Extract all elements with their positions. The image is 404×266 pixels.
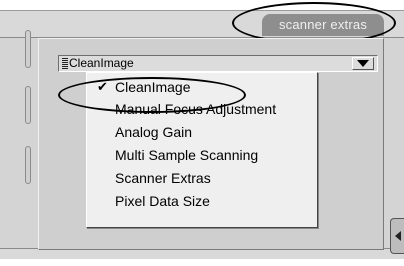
side-notch-bottom bbox=[25, 146, 31, 184]
menu-item-label: Manual Focus Adjustment bbox=[115, 101, 277, 117]
feature-dropdown[interactable]: CleanImage bbox=[58, 55, 378, 72]
menu-item-analog-gain[interactable]: Analog Gain bbox=[87, 122, 317, 142]
chevron-down-icon bbox=[357, 60, 369, 67]
menu-item-label: Pixel Data Size bbox=[115, 193, 210, 209]
menu-item-label: CleanImage bbox=[115, 79, 191, 95]
menu-item-multi-sample-scanning[interactable]: Multi Sample Scanning bbox=[87, 145, 317, 165]
side-notch-top bbox=[25, 30, 31, 68]
menu-item-manual-focus-adjustment[interactable]: Manual Focus Adjustment bbox=[87, 99, 317, 119]
dropdown-menu: ✔ CleanImage Manual Focus Adjustment Ana… bbox=[86, 72, 318, 228]
side-notch-middle bbox=[25, 86, 31, 124]
menu-item-scanner-extras[interactable]: Scanner Extras bbox=[87, 168, 317, 188]
menu-item-cleanimage[interactable]: ✔ CleanImage bbox=[87, 77, 317, 97]
screenshot-stage: scanner extras CleanImage ✔ CleanImage M… bbox=[0, 0, 404, 266]
tab-scanner-extras[interactable]: scanner extras bbox=[262, 14, 384, 36]
chevron-left-icon bbox=[395, 231, 401, 241]
grip-icon bbox=[62, 58, 68, 69]
collapse-handle[interactable] bbox=[390, 218, 404, 254]
menu-item-label: Scanner Extras bbox=[115, 170, 211, 186]
dropdown-selected-value: CleanImage bbox=[69, 56, 134, 70]
check-icon: ✔ bbox=[97, 79, 108, 94]
menu-item-label: Multi Sample Scanning bbox=[115, 147, 259, 163]
menu-item-pixel-data-size[interactable]: Pixel Data Size bbox=[87, 191, 317, 211]
dropdown-arrow-button[interactable] bbox=[352, 57, 374, 70]
menu-item-label: Analog Gain bbox=[115, 124, 193, 140]
